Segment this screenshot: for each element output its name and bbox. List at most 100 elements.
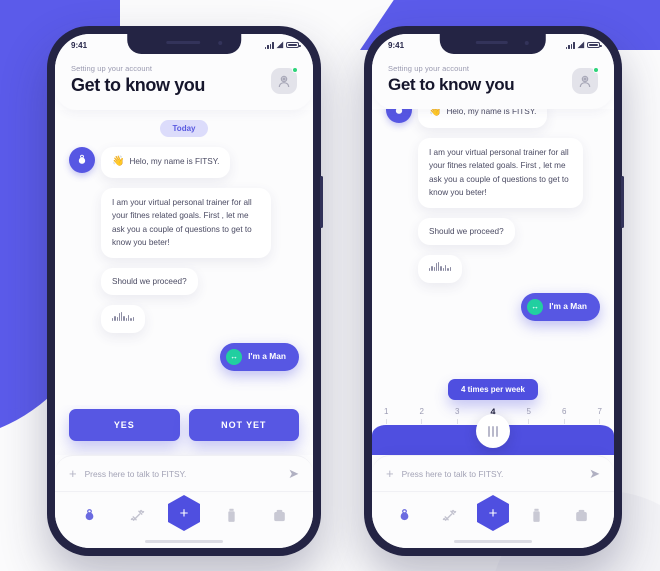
user-avatar-icon bbox=[579, 75, 591, 88]
avatar[interactable] bbox=[69, 147, 95, 173]
status-bar-time: 9:41 bbox=[71, 40, 88, 50]
phone-side-button[interactable] bbox=[320, 176, 323, 228]
chat-thread[interactable]: 👋 Helo, my name is FITSY. I am your virt… bbox=[372, 109, 614, 375]
header-kicker: Setting up your account bbox=[388, 64, 470, 73]
chat-bubble: 👋 Helo, my name is FITSY. bbox=[101, 147, 231, 178]
phone-right: 9:41 ◢ Setting up your account Get to kn… bbox=[364, 26, 624, 556]
voice-message-bubble[interactable] bbox=[418, 255, 462, 283]
frequency-tick-1[interactable]: 1 bbox=[384, 407, 388, 426]
avatar[interactable] bbox=[572, 67, 599, 94]
wifi-icon: ◢ bbox=[577, 40, 584, 49]
avatar[interactable] bbox=[271, 67, 298, 94]
plus-icon: + bbox=[179, 504, 189, 522]
chat-message-bot-intro: I am your virtual personal trainer for a… bbox=[386, 137, 600, 208]
chat-message-bot-intro: I am your virtual personal trainer for a… bbox=[69, 187, 299, 258]
chat-bubble-user[interactable]: ↔ I'm a Man bbox=[220, 342, 299, 371]
chat-bubble: I am your virtual personal trainer for a… bbox=[418, 137, 583, 208]
chat-thread[interactable]: Today 👋 Helo, my name is FITSY. I am you… bbox=[55, 110, 313, 405]
notch-speaker bbox=[475, 41, 508, 44]
frequency-tick-label: 5 bbox=[526, 407, 531, 416]
briefcase-icon bbox=[576, 509, 587, 521]
frequency-tick-5[interactable]: 5 bbox=[527, 407, 531, 426]
tab-profile[interactable] bbox=[565, 501, 599, 529]
page-header: Setting up your account Get to know you bbox=[372, 56, 614, 109]
frequency-badge-wrap: 4 times per week bbox=[372, 379, 614, 400]
chat-message-bot-hello: 👋 Helo, my name is FITSY. bbox=[386, 109, 600, 128]
status-bar-indicators: ◢ bbox=[264, 40, 301, 49]
battery-full-icon bbox=[286, 41, 301, 49]
chat-message-bot-hello: 👋 Helo, my name is FITSY. bbox=[69, 147, 299, 178]
chat-bubble-text: Helo, my name is FITSY. bbox=[446, 109, 537, 117]
date-divider-label: Today bbox=[159, 120, 209, 137]
frequency-value-badge: 4 times per week bbox=[447, 379, 539, 400]
notch-camera bbox=[525, 41, 530, 45]
status-badge bbox=[292, 67, 298, 73]
voice-message-bubble[interactable] bbox=[101, 305, 145, 333]
chat-bubble-text: Helo, my name is FITSY. bbox=[129, 157, 220, 167]
audio-waveform-icon bbox=[112, 312, 134, 322]
page-title: Get to know you bbox=[71, 75, 206, 95]
frequency-tick-label: 2 bbox=[419, 407, 424, 416]
app-mockup-stage: 9:41 ◢ Setting up your account Get to kn… bbox=[0, 0, 660, 571]
phone-left: 9:41 ◢ Setting up your account Get to kn… bbox=[47, 26, 323, 556]
kettlebell-icon bbox=[85, 508, 93, 520]
frequency-tick-7[interactable]: 7 bbox=[597, 407, 602, 426]
plus-icon[interactable]: + bbox=[69, 467, 77, 480]
tab-workouts[interactable] bbox=[387, 501, 421, 529]
frequency-tick-6[interactable]: 6 bbox=[562, 407, 566, 426]
chat-bubble: Should we proceed? bbox=[101, 267, 198, 296]
message-input-bar[interactable]: + ➤ bbox=[55, 455, 313, 491]
header-text-block: Setting up your account Get to know you bbox=[71, 64, 205, 96]
tab-exercises[interactable] bbox=[120, 501, 154, 529]
chat-bubble: 👋 Helo, my name is FITSY. bbox=[418, 109, 548, 128]
wifi-icon: ◢ bbox=[276, 40, 283, 49]
plus-icon: + bbox=[488, 504, 498, 522]
send-icon[interactable]: ➤ bbox=[288, 467, 299, 480]
chat-bubble-user[interactable]: ↔ I'm a Man bbox=[521, 292, 600, 321]
battery-full-icon bbox=[587, 41, 602, 49]
chat-message-bot-voice bbox=[69, 305, 299, 333]
phone-notch bbox=[439, 34, 547, 54]
frequency-tick-label: 6 bbox=[561, 407, 567, 416]
frequency-slider-knob[interactable] bbox=[476, 414, 510, 448]
tab-add[interactable]: + bbox=[168, 495, 200, 531]
status-bar-indicators: ◢ bbox=[565, 40, 602, 49]
phone-notch bbox=[127, 34, 241, 54]
bottom-navigation: + bbox=[55, 491, 313, 535]
header-kicker: Setting up your account bbox=[71, 64, 153, 73]
avatar[interactable] bbox=[386, 109, 412, 123]
tab-workouts[interactable] bbox=[72, 501, 106, 529]
phone-side-button[interactable] bbox=[621, 176, 624, 228]
home-indicator bbox=[55, 535, 313, 548]
frequency-slider-track[interactable] bbox=[372, 414, 614, 455]
page-title: Get to know you bbox=[388, 75, 515, 94]
tab-exercises[interactable] bbox=[432, 501, 466, 529]
tab-add[interactable]: + bbox=[476, 495, 509, 531]
message-input-bar[interactable]: + ➤ bbox=[372, 455, 614, 491]
frequency-slider[interactable]: 4 times per week 1 2 3 4 5 6 7 bbox=[372, 375, 614, 455]
cellular-bars-icon bbox=[565, 41, 575, 49]
tab-nutrition[interactable] bbox=[214, 501, 248, 529]
plus-icon[interactable]: + bbox=[386, 467, 394, 480]
send-icon[interactable]: ➤ bbox=[589, 467, 600, 480]
phone-left-screen: 9:41 ◢ Setting up your account Get to kn… bbox=[55, 34, 313, 548]
search-input[interactable] bbox=[84, 468, 281, 479]
tab-nutrition[interactable] bbox=[520, 501, 554, 529]
cellular-bars-icon bbox=[264, 41, 274, 49]
header-text-block: Setting up your account Get to know you bbox=[388, 64, 515, 95]
notch-camera bbox=[218, 41, 223, 45]
not-yet-button[interactable]: NOT YET bbox=[188, 409, 299, 441]
frequency-tick-label: 1 bbox=[384, 407, 389, 416]
frequency-tick-2[interactable]: 2 bbox=[419, 407, 424, 426]
yes-button[interactable]: YES bbox=[69, 409, 180, 441]
frequency-tick-3[interactable]: 3 bbox=[455, 407, 459, 426]
chat-message-bot-voice bbox=[386, 255, 600, 283]
male-gender-icon: ↔ bbox=[527, 298, 544, 315]
supplement-bottle-icon bbox=[227, 508, 235, 522]
tab-profile[interactable] bbox=[262, 501, 296, 529]
bottom-navigation: + bbox=[372, 491, 614, 535]
kettlebell-icon bbox=[78, 154, 86, 164]
frequency-tick-label: 3 bbox=[454, 407, 460, 416]
chat-bubble: Should we proceed? bbox=[418, 217, 515, 246]
search-input[interactable] bbox=[401, 468, 582, 479]
